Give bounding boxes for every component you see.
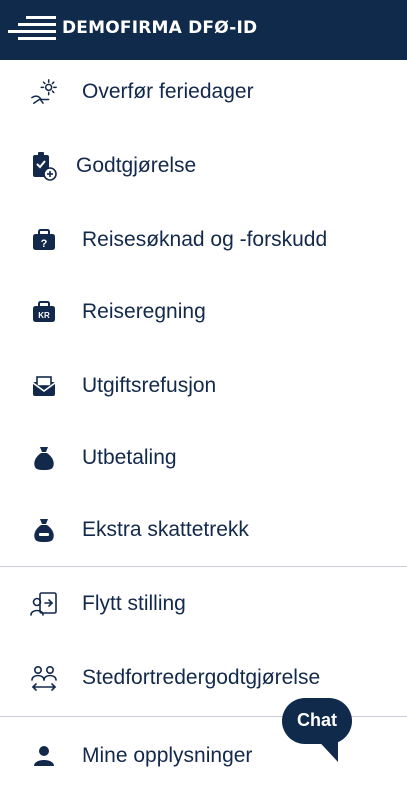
logo-icon[interactable] bbox=[8, 16, 56, 42]
menu-item-utbetaling[interactable]: Utbetaling bbox=[0, 428, 407, 488]
menu-item-label: Stedfortredergodtgjørelse bbox=[82, 666, 321, 689]
person-move-icon bbox=[30, 590, 58, 618]
menu-item-label: Utbetaling bbox=[82, 446, 177, 469]
menu-item-reisesoknad[interactable]: ? Reisesøknad og -forskudd bbox=[0, 210, 407, 270]
menu-item-reiseregning[interactable]: KR Reiseregning bbox=[0, 282, 407, 342]
svg-text:?: ? bbox=[41, 238, 48, 250]
envelope-money-icon bbox=[30, 372, 58, 400]
suitcase-kr-icon: KR bbox=[30, 298, 58, 326]
menu-item-label: Mine opplysninger bbox=[82, 744, 253, 767]
menu-item-label: Reisesøknad og -forskudd bbox=[82, 228, 328, 251]
menu-item-ekstra-skattetrekk[interactable]: Ekstra skattetrekk bbox=[0, 500, 407, 560]
top-bar: DEMOFIRMA DFØ-ID bbox=[0, 0, 407, 60]
menu-item-label: Flytt stilling bbox=[82, 592, 186, 615]
menu-item-label: Reiseregning bbox=[82, 300, 206, 323]
menu-item-godtgjorelse[interactable]: Godtgjørelse bbox=[0, 136, 407, 196]
suitcase-question-icon: ? bbox=[30, 226, 58, 254]
menu-item-label: Ekstra skattetrekk bbox=[82, 518, 249, 541]
menu-divider bbox=[0, 566, 407, 567]
svg-text:KR: KR bbox=[38, 311, 50, 320]
money-bag-minus-icon bbox=[30, 516, 58, 544]
clipboard-check-plus-icon bbox=[30, 152, 58, 181]
menu-item-flytt-stilling[interactable]: Flytt stilling bbox=[0, 574, 407, 634]
menu-item-label: Overfør feriedager bbox=[82, 80, 254, 103]
menu-item-overfor-feriedager[interactable]: Overfør feriedager bbox=[0, 62, 407, 122]
people-swap-icon bbox=[30, 664, 58, 692]
person-icon bbox=[30, 742, 58, 770]
chat-label: Chat bbox=[297, 710, 337, 730]
beach-chair-sun-icon bbox=[30, 78, 58, 106]
menu-item-label: Godtgjørelse bbox=[76, 154, 197, 177]
brand-name: DEMOFIRMA DFØ-ID bbox=[62, 18, 258, 38]
menu-item-label: Utgiftsrefusjon bbox=[82, 374, 217, 397]
chat-button[interactable]: Chat bbox=[282, 698, 352, 764]
money-bag-icon bbox=[30, 444, 58, 472]
menu-item-utgiftsrefusjon[interactable]: Utgiftsrefusjon bbox=[0, 356, 407, 416]
